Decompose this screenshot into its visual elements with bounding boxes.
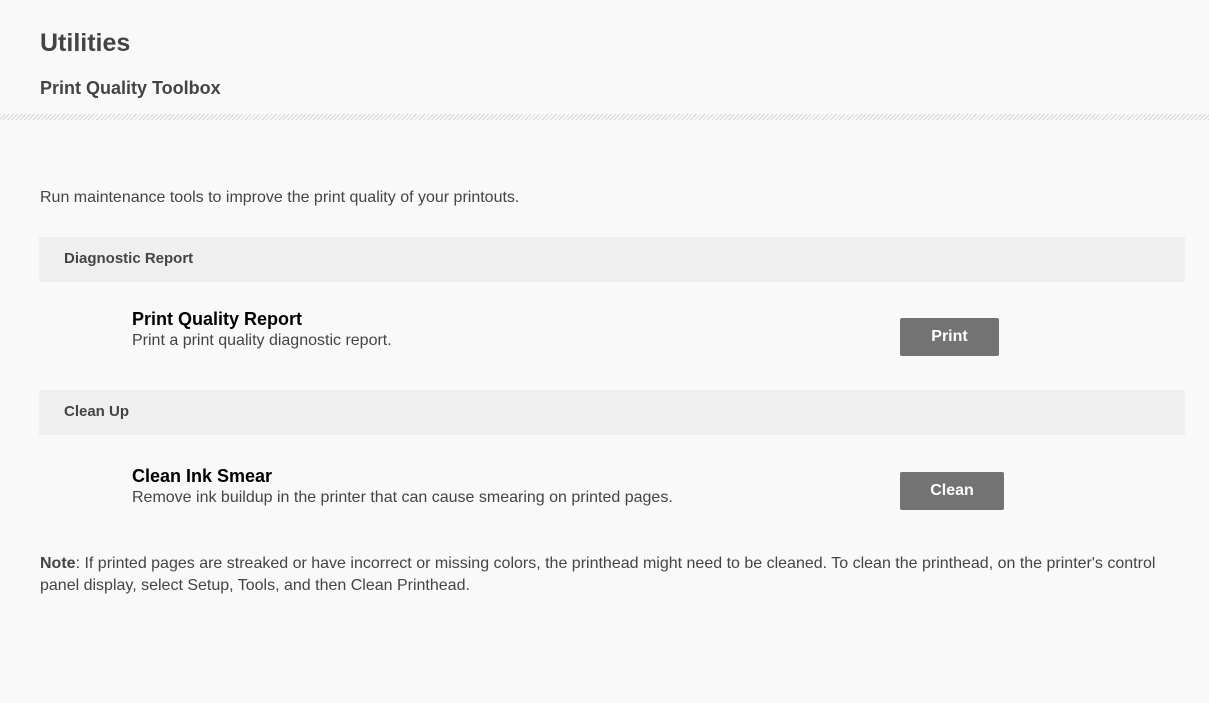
page-subtitle: Print Quality Toolbox	[40, 78, 221, 98]
print-quality-report-description: Print a print quality diagnostic report.	[132, 332, 392, 349]
clean-ink-smear-title: Clean Ink Smear	[132, 466, 273, 486]
section-header-clean-up: Clean Up	[39, 390, 1185, 435]
clean-ink-smear-description: Remove ink buildup in the printer that c…	[132, 489, 673, 506]
note-label: Note	[40, 555, 76, 572]
section-header-diagnostic-report: Diagnostic Report	[39, 237, 1185, 282]
note-text: Note: If printed pages are streaked or h…	[40, 553, 1190, 597]
section-heading: Clean Up	[64, 403, 130, 420]
page-header: Utilities Print Quality Toolbox	[0, 0, 1209, 120]
note-body: : If printed pages are streaked or have …	[40, 555, 1156, 594]
section-heading: Diagnostic Report	[64, 250, 194, 267]
intro-text: Run maintenance tools to improve the pri…	[40, 189, 520, 206]
print-quality-toolbox-page: Utilities Print Quality Toolbox Run main…	[0, 0, 1209, 703]
page-title: Utilities	[40, 29, 131, 57]
clean-button[interactable]: Clean	[900, 472, 1004, 510]
header-divider	[0, 114, 1209, 120]
print-quality-report-title: Print Quality Report	[132, 309, 303, 329]
print-button[interactable]: Print	[900, 318, 999, 356]
